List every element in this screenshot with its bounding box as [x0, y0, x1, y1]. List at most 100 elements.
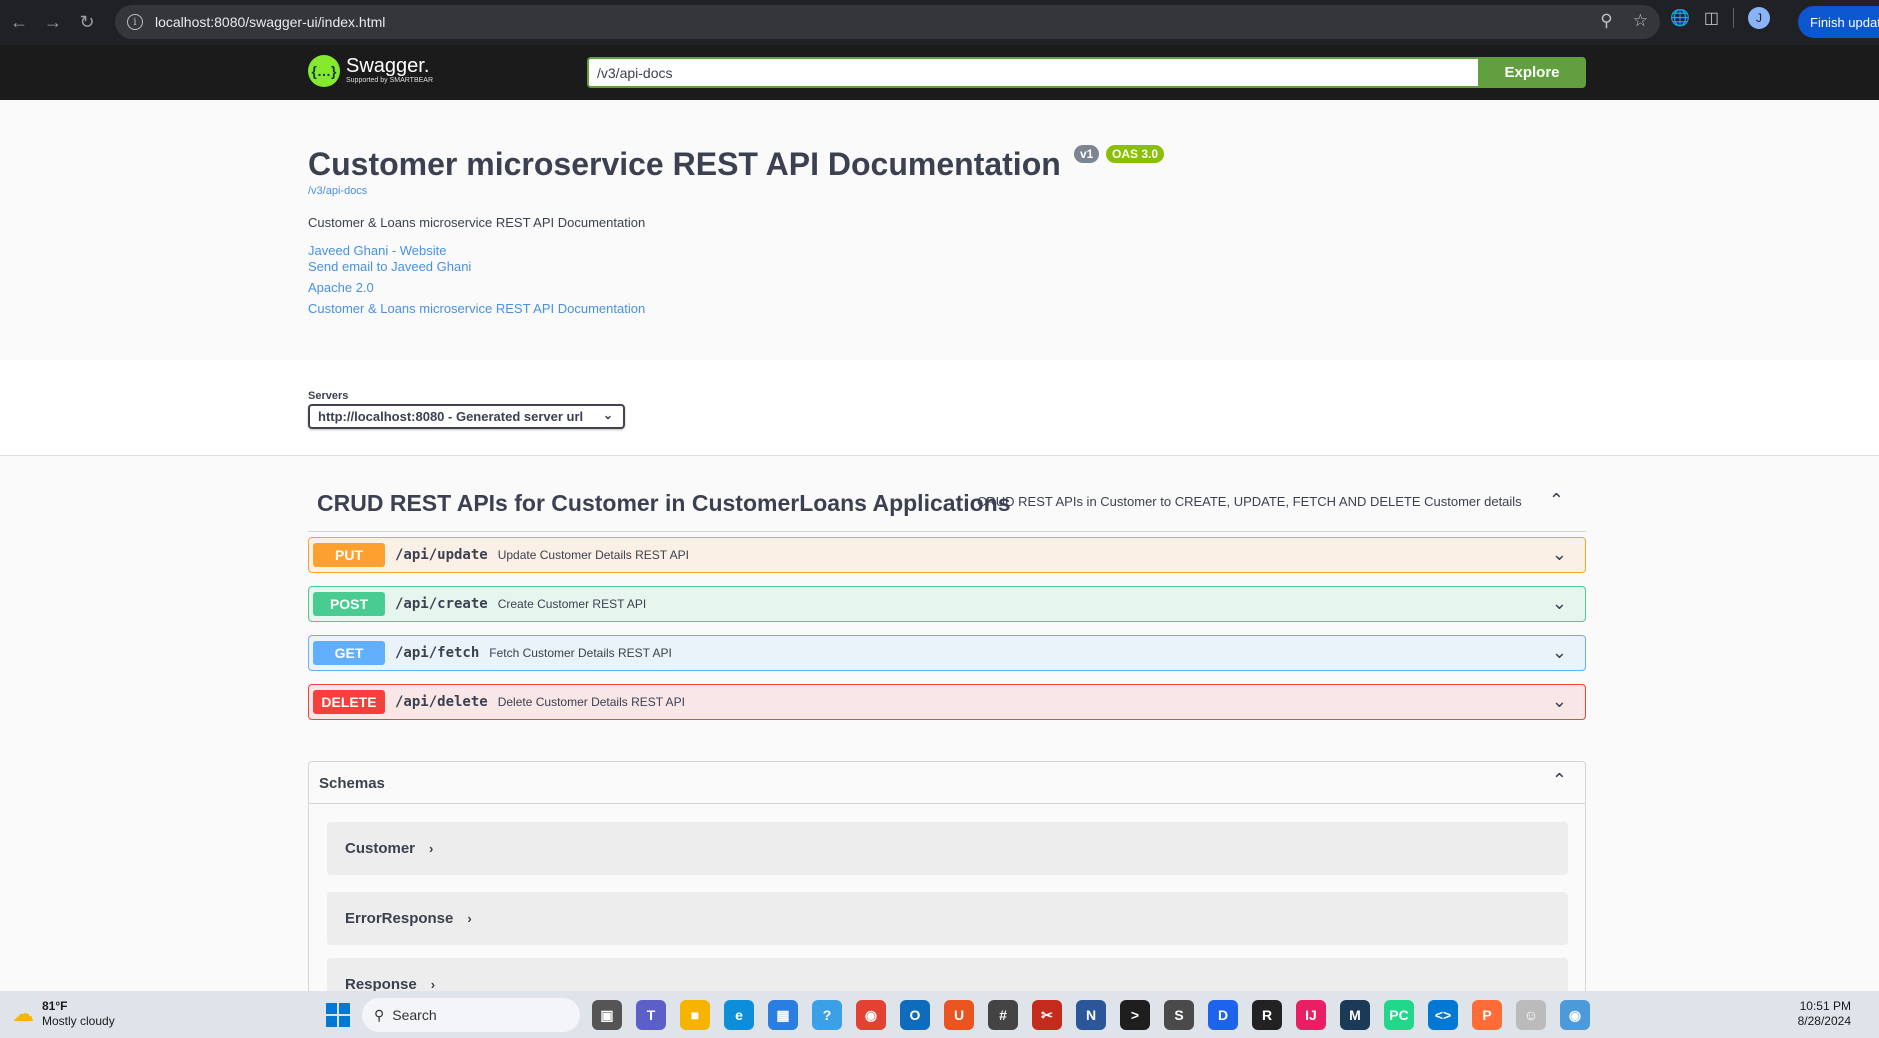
operation-summary: Update Customer Details REST API — [497, 548, 689, 562]
tag-header[interactable]: CRUD REST APIs for Customer in CustomerL… — [308, 480, 1586, 532]
chevron-down-icon[interactable]: ⌄ — [1552, 544, 1567, 565]
app-icon-2[interactable]: ◉ — [1560, 1000, 1590, 1030]
logo-subtext: Supported by SMARTBEAR — [346, 77, 434, 84]
intellij-icon[interactable]: IJ — [1296, 1000, 1326, 1030]
method-badge: POST — [313, 592, 385, 616]
clock-date: 8/28/2024 — [1797, 1014, 1851, 1028]
store-icon[interactable]: ▦ — [768, 1000, 798, 1030]
edge-icon[interactable]: e — [724, 1000, 754, 1030]
chevron-down-icon[interactable]: ⌄ — [1552, 642, 1567, 663]
forward-icon[interactable]: → — [38, 8, 68, 38]
weather-temp: 81°F — [42, 999, 68, 1013]
schema-model-errorresponse[interactable]: ErrorResponse › — [327, 892, 1568, 945]
operation-path: /api/fetch — [395, 645, 480, 661]
operation-summary: Delete Customer Details REST API — [497, 695, 685, 709]
email-link[interactable]: Send email to Javeed Ghani — [308, 259, 471, 274]
swagger-topbar: {…} Swagger. Supported by SMARTBEAR /v3/… — [0, 45, 1879, 100]
chevron-down-icon[interactable]: ⌄ — [1552, 691, 1567, 712]
api-description: Customer & Loans microservice REST API D… — [308, 215, 646, 230]
address-url[interactable]: localhost:8080/swagger-ui/index.html — [155, 14, 385, 30]
snipping-tool-icon[interactable]: ✂ — [1032, 1000, 1062, 1030]
vscode-icon[interactable]: <> — [1428, 1000, 1458, 1030]
method-badge: GET — [313, 641, 385, 665]
translate-icon[interactable]: 🌐 — [1670, 8, 1690, 28]
finish-update-button[interactable]: Finish update — [1798, 6, 1879, 38]
reload-icon[interactable]: ↻ — [72, 8, 102, 38]
calculator-icon[interactable]: # — [988, 1000, 1018, 1030]
oas-badge: OAS 3.0 — [1106, 145, 1165, 163]
chevron-up-icon[interactable]: ⌃ — [1549, 490, 1564, 511]
help-icon[interactable]: ? — [812, 1000, 842, 1030]
spec-url-input[interactable]: /v3/api-docs — [587, 57, 1478, 88]
operation-path: /api/delete — [395, 694, 488, 710]
site-info-icon[interactable]: i — [127, 14, 143, 30]
spec-link[interactable]: /v3/api-docs — [308, 185, 367, 197]
schemas-section: Schemas ⌃ Customer › ErrorResponse › Respo… — [308, 761, 1586, 1001]
swagger-logo[interactable]: {…} Swagger. Supported by SMARTBEAR — [308, 55, 433, 87]
address-bar[interactable]: i localhost:8080/swagger-ui/index.html ⚲… — [115, 5, 1660, 39]
zoom-icon[interactable]: ⚲ — [1600, 11, 1612, 31]
mysql-workbench-icon[interactable]: M — [1340, 1000, 1370, 1030]
ubuntu-icon[interactable]: U — [944, 1000, 974, 1030]
tag-name: CRUD REST APIs for Customer in CustomerL… — [317, 490, 1011, 516]
operation-path: /api/update — [395, 547, 488, 563]
cloudy-icon: ☁ — [12, 1001, 34, 1026]
servers-selected-value: http://localhost:8080 - Generated server… — [318, 409, 584, 424]
chevron-right-icon: › — [467, 911, 472, 926]
explore-button[interactable]: Explore — [1478, 57, 1586, 88]
method-badge: PUT — [313, 543, 385, 567]
app-icon[interactable]: ☺ — [1516, 1000, 1546, 1030]
operation-get-fetch[interactable]: GET /api/fetch Fetch Customer Details RE… — [308, 635, 1586, 671]
profile-avatar[interactable]: J — [1748, 7, 1771, 29]
chrome-icon[interactable]: ◉ — [856, 1000, 886, 1030]
sql-tool-icon[interactable]: S — [1164, 1000, 1194, 1030]
postman-icon[interactable]: P — [1472, 1000, 1502, 1030]
bookmark-star-icon[interactable]: ☆ — [1633, 11, 1648, 31]
file-explorer-icon[interactable]: ■ — [680, 1000, 710, 1030]
browser-toolbar: ← → ↻ i localhost:8080/swagger-ui/index.… — [0, 0, 1879, 45]
chevron-down-icon[interactable]: ⌄ — [1552, 593, 1567, 614]
external-docs-link[interactable]: Customer & Loans microservice REST API D… — [308, 301, 645, 316]
servers-select[interactable]: http://localhost:8080 - Generated server… — [308, 404, 625, 429]
license-link[interactable]: Apache 2.0 — [308, 280, 374, 295]
chevron-right-icon: › — [430, 977, 436, 992]
schemas-header[interactable]: Schemas ⌃ — [309, 762, 1585, 804]
servers-section: Servers http://localhost:8080 - Generate… — [0, 360, 1879, 456]
taskbar-search[interactable]: ⚲ Search — [362, 998, 580, 1032]
operation-summary: Create Customer REST API — [497, 597, 647, 611]
news-icon[interactable]: N — [1076, 1000, 1106, 1030]
version-badge: v1 — [1074, 145, 1100, 163]
chevron-up-icon[interactable]: ⌃ — [1552, 770, 1567, 791]
operation-post-create[interactable]: POST /api/create Create Customer REST AP… — [308, 586, 1586, 622]
api-info: Customer microservice REST API Documenta… — [0, 100, 1879, 360]
rider-icon[interactable]: R — [1252, 1000, 1282, 1030]
model-name: Customer — [345, 840, 416, 857]
operation-summary: Fetch Customer Details REST API — [489, 646, 672, 660]
docker-icon[interactable]: D — [1208, 1000, 1238, 1030]
weather-widget[interactable]: ☁ 81°F Mostly cloudy — [12, 999, 115, 1029]
outlook-icon[interactable]: O — [900, 1000, 930, 1030]
servers-label: Servers — [308, 390, 349, 402]
operation-delete-delete[interactable]: DELETE /api/delete Delete Customer Detai… — [308, 684, 1586, 720]
task-view-icon[interactable]: ▣ — [592, 1000, 622, 1030]
operation-put-update[interactable]: PUT /api/update Update Customer Details … — [308, 537, 1586, 573]
weather-condition: Mostly cloudy — [42, 1014, 115, 1028]
back-icon[interactable]: ← — [4, 8, 34, 38]
swagger-logo-icon: {…} — [308, 55, 340, 87]
windows-start-icon[interactable] — [326, 1003, 350, 1027]
website-link[interactable]: Javeed Ghani - Website — [308, 243, 447, 258]
taskbar-clock[interactable]: 10:51 PM 8/28/2024 — [1798, 999, 1851, 1029]
terminal-icon[interactable]: > — [1120, 1000, 1150, 1030]
extensions-icon[interactable]: ◫ — [1704, 8, 1719, 28]
schema-model-customer[interactable]: Customer › — [327, 822, 1568, 875]
windows-taskbar: ☁ 81°F Mostly cloudy ⚲ Search ▣ T ■ e ▦ … — [0, 991, 1879, 1038]
model-name: ErrorResponse — [345, 910, 454, 927]
tag-description: CRUD REST APIs in Customer to CREATE, UP… — [977, 494, 1522, 509]
logo-text: Swagger. — [346, 55, 430, 77]
operation-path: /api/create — [395, 596, 488, 612]
chevron-right-icon: › — [429, 841, 434, 856]
pycharm-icon[interactable]: PC — [1384, 1000, 1414, 1030]
search-icon: ⚲ — [374, 1006, 385, 1023]
teams-icon[interactable]: T — [636, 1000, 666, 1030]
chevron-down-icon: ⌄ — [602, 408, 613, 422]
